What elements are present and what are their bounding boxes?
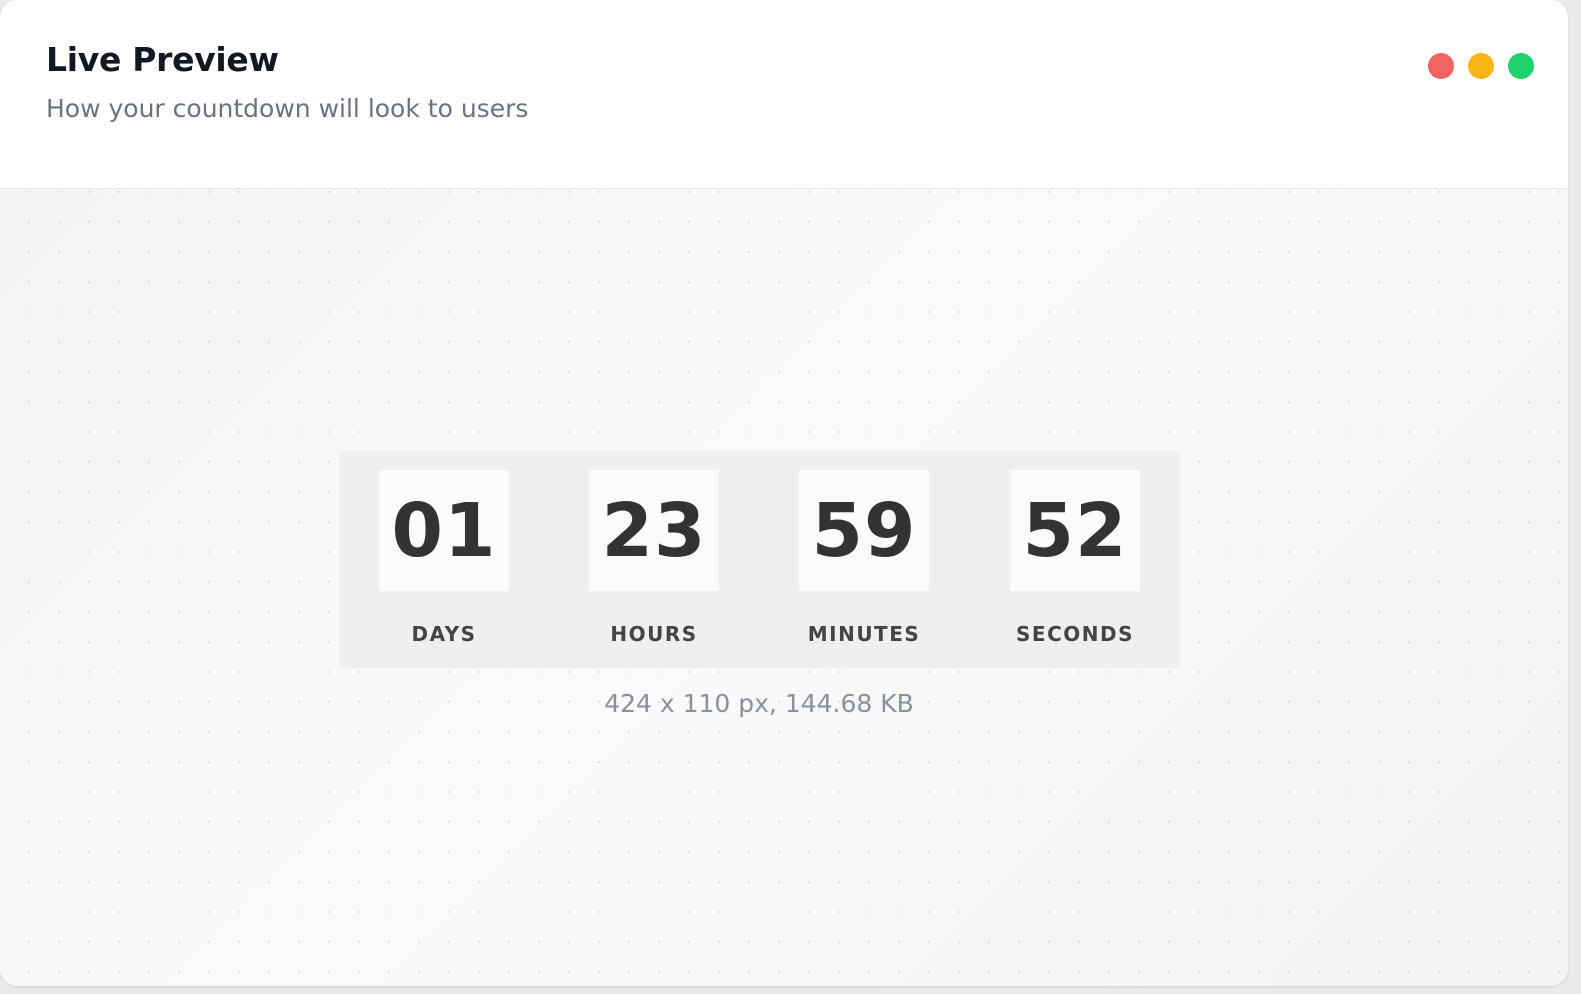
- panel-header: Live Preview How your countdown will loo…: [0, 0, 1568, 189]
- close-dot-icon: [1428, 53, 1454, 79]
- countdown-unit-minutes: 59 MINUTES: [799, 470, 929, 646]
- hours-label: HOURS: [610, 622, 698, 646]
- image-size-info: 424 x 110 px, 144.68 KB: [604, 689, 914, 718]
- days-value: 01: [379, 470, 509, 591]
- minimize-dot-icon: [1468, 53, 1494, 79]
- days-label: DAYS: [411, 622, 477, 646]
- countdown-unit-hours: 23 HOURS: [589, 470, 719, 646]
- minutes-label: MINUTES: [807, 622, 921, 646]
- panel-subtitle: How your countdown will look to users: [46, 94, 529, 123]
- countdown-unit-seconds: 52 SECONDS: [1010, 470, 1140, 646]
- countdown-unit-days: 01 DAYS: [379, 470, 509, 646]
- preview-canvas: 01 DAYS 23 HOURS 59 MINUTES 52 SECONDS 4…: [0, 189, 1568, 986]
- live-preview-panel: Live Preview How your countdown will loo…: [0, 0, 1568, 986]
- seconds-label: SECONDS: [1016, 622, 1134, 646]
- hours-value: 23: [589, 470, 719, 591]
- seconds-value: 52: [1010, 470, 1140, 591]
- panel-title: Live Preview: [46, 40, 279, 79]
- countdown-timer-preview: 01 DAYS 23 HOURS 59 MINUTES 52 SECONDS: [339, 451, 1180, 668]
- window-controls: [1428, 53, 1534, 79]
- minutes-value: 59: [799, 470, 929, 591]
- maximize-dot-icon: [1508, 53, 1534, 79]
